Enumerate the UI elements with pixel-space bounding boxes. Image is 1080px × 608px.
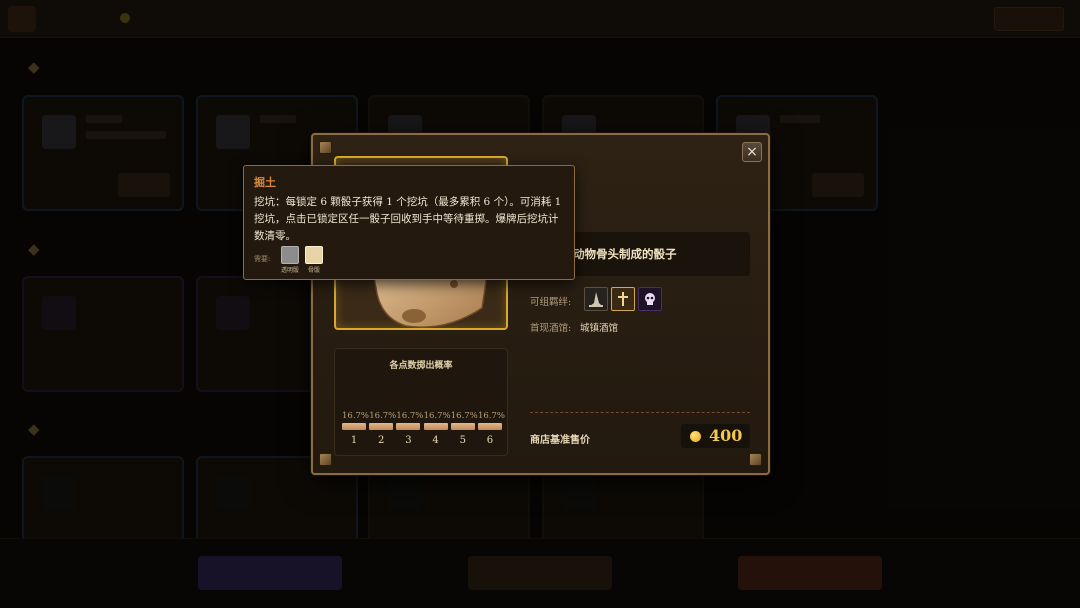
requires-label: 需要: (254, 255, 271, 263)
probability-bar (450, 423, 475, 430)
probability-bar (477, 423, 502, 430)
tooltip-description: 挖坑：每锁定 6 颗骰子获得 1 个挖坑（最多累积 6 个）。可消耗 1 挖坑，… (254, 196, 562, 242)
item-description: 动物骨头制成的骰子 (573, 247, 677, 261)
face-number: 6 (486, 435, 494, 446)
divider (530, 412, 750, 413)
coin-icon (690, 431, 701, 442)
probability-column: 16.7% 3 (396, 411, 424, 446)
rivet-icon (319, 141, 332, 154)
probability-column: 16.7% 4 (423, 411, 451, 446)
probability-panel: 各点数掷出概率 16.7% 1 16.7% 2 16.7% 3 16.7% 4 (334, 348, 508, 456)
price-box: 400 (681, 424, 750, 448)
face-number: 5 (459, 435, 466, 446)
probability-value: 16.7% (342, 411, 370, 421)
probability-value: 16.7% (450, 411, 478, 421)
probability-bar (342, 423, 366, 430)
skill-tooltip: 掘土 挖坑：每锁定 6 颗骰子获得 1 个挖坑（最多累积 6 个）。可消耗 1 … (243, 165, 575, 280)
close-button[interactable]: × (742, 142, 762, 162)
probability-title: 各点数掷出概率 (389, 361, 453, 371)
probability-bar (369, 423, 394, 430)
tooltip-title: 掘土 (254, 176, 276, 189)
price-label: 商店基准售价 (530, 435, 590, 446)
face-number: 1 (350, 435, 358, 446)
skull-icon[interactable] (638, 287, 662, 311)
probability-column: 16.7% 2 (369, 411, 397, 446)
face-number: 2 (378, 435, 385, 446)
probability-columns: 16.7% 1 16.7% 2 16.7% 3 16.7% 4 16.7% 5 … (342, 411, 505, 446)
probability-bar (396, 423, 421, 430)
required-item: 透明骰 (277, 246, 303, 274)
probability-value: 16.7% (396, 411, 424, 421)
tavern-label: 首现酒馆: (530, 323, 572, 334)
bone-die-icon (305, 246, 323, 264)
probability-value: 16.7% (477, 411, 505, 421)
face-number: 3 (405, 435, 412, 446)
probability-value: 16.7% (369, 411, 397, 421)
required-item-name: 透明骰 (280, 267, 299, 274)
holy-cross-icon[interactable] (611, 287, 635, 311)
tavern-value: 城镇酒馆 (580, 323, 619, 334)
probability-value: 16.7% (423, 411, 451, 421)
required-item: 骨骰 (301, 246, 327, 274)
transparent-die-icon (281, 246, 299, 264)
required-item-name: 骨骰 (307, 267, 320, 274)
probability-column: 16.7% 5 (450, 411, 478, 446)
item-description-box: 动物骨头制成的骰子 (566, 232, 750, 276)
combo-label: 可组羁绊: (530, 297, 572, 308)
face-number: 4 (432, 435, 439, 446)
rivet-icon (749, 453, 762, 466)
witch-hat-icon[interactable] (584, 287, 608, 311)
probability-bar (423, 423, 448, 430)
probability-column: 16.7% 6 (477, 411, 505, 446)
probability-column: 16.7% 1 (342, 411, 370, 446)
price-value: 400 (709, 426, 743, 445)
rivet-icon (319, 453, 332, 466)
